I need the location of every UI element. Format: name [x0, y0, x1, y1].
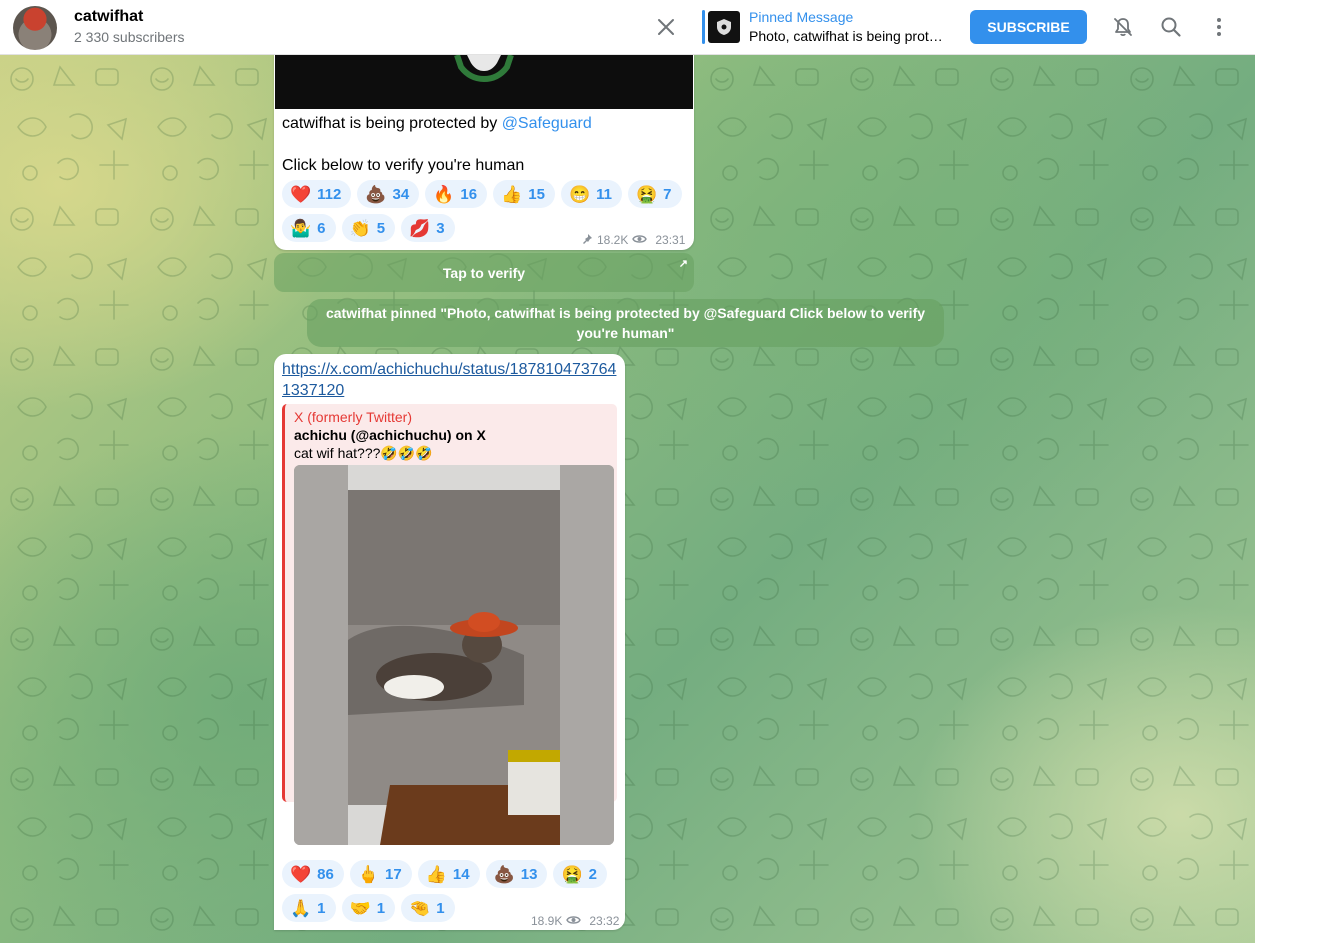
- reaction-emoji: 👍: [425, 864, 447, 884]
- eye-icon: [632, 233, 648, 247]
- reaction-emoji: 🔥: [433, 184, 455, 204]
- message-meta: 18.2K 23:31: [582, 233, 685, 247]
- reaction-count: 1: [436, 899, 445, 917]
- reaction-count: 15: [528, 185, 545, 203]
- external-link-icon: ↗: [678, 258, 688, 270]
- reaction-count: 112: [317, 185, 342, 203]
- reaction-emoji: 💋: [409, 218, 431, 238]
- pinned-service-message[interactable]: catwifhat pinned "Photo, catwifhat is be…: [307, 299, 944, 347]
- reaction-emoji: 👏: [349, 218, 371, 238]
- pinned-thumbnail[interactable]: [708, 11, 740, 43]
- reaction-count: 7: [663, 185, 672, 203]
- reaction-chip[interactable]: 👍 15: [493, 180, 555, 208]
- message-meta: 18.9K 23:32: [531, 914, 619, 928]
- view-count: 18.9K: [531, 914, 563, 928]
- reaction-emoji: 🤏: [409, 898, 431, 918]
- channel-title[interactable]: catwifhat: [74, 8, 143, 26]
- reaction-chip[interactable]: 💋 3: [401, 214, 455, 242]
- more-vertical-icon[interactable]: [1205, 13, 1233, 41]
- message-photo[interactable]: [275, 55, 693, 109]
- reaction-emoji: 💩: [365, 184, 387, 204]
- reaction-emoji: ❤️: [290, 864, 312, 884]
- reaction-emoji: 🤮: [635, 184, 658, 204]
- tap-to-verify-button[interactable]: Tap to verify ↗: [274, 253, 694, 292]
- reaction-emoji: 👍: [501, 184, 523, 204]
- message-bubble-link[interactable]: https://x.com/achichuchu/status/18781047…: [274, 354, 625, 930]
- reaction-emoji: 💩: [493, 864, 515, 884]
- reaction-count: 13: [520, 865, 538, 883]
- reaction-chip[interactable]: 🤏 1: [401, 894, 455, 922]
- service-text: pinned "Photo, catwifhat is being protec…: [386, 305, 926, 341]
- reaction-chip[interactable]: 🤝 1: [341, 894, 396, 922]
- reaction-count: 1: [376, 899, 386, 917]
- reaction-count: 34: [392, 185, 410, 203]
- reaction-chip[interactable]: 🔥 16: [425, 180, 488, 208]
- reaction-chip[interactable]: 👍 14: [417, 860, 480, 888]
- subscriber-count: 2 330 subscribers: [74, 29, 185, 45]
- eye-icon: [566, 914, 582, 928]
- mute-bell-icon[interactable]: [1109, 13, 1137, 41]
- tap-to-verify-label: Tap to verify: [442, 264, 526, 281]
- preview-site-name: X (formerly Twitter): [294, 409, 412, 425]
- reaction-count: 5: [376, 219, 386, 237]
- reaction-count: 86: [317, 865, 334, 883]
- reaction-chip[interactable]: 💩 13: [485, 860, 548, 888]
- reaction-chip[interactable]: 🤷‍♂️ 6: [282, 214, 336, 242]
- message-link[interactable]: https://x.com/achichuchu/status/18781047…: [282, 359, 622, 401]
- reaction-chip[interactable]: ❤️ 112: [282, 180, 352, 208]
- avatar[interactable]: [13, 6, 57, 50]
- message-time: 23:31: [655, 233, 686, 247]
- subscribe-button[interactable]: SUBSCRIBE: [970, 10, 1087, 44]
- reaction-chip[interactable]: 🙏 1: [282, 894, 336, 922]
- chat-header: catwifhat 2 330 subscribers Pinned Messa…: [0, 0, 1255, 55]
- reaction-chip[interactable]: 👏 5: [341, 214, 396, 242]
- message-time: 23:32: [589, 914, 620, 928]
- preview-title: achichu (@achichuchu) on X: [294, 427, 486, 443]
- reaction-count: 2: [588, 865, 597, 883]
- reactions-list: ❤️ 86 🖕 17 👍 14 💩 13 🤮 2 🙏 1 🤝 1 🤏 1: [282, 860, 622, 922]
- service-actor: catwifhat: [325, 305, 387, 321]
- reaction-chip[interactable]: 😁 11: [560, 180, 622, 208]
- search-icon[interactable]: [1157, 13, 1185, 41]
- reaction-emoji: 🙏: [290, 898, 312, 918]
- preview-image[interactable]: [294, 465, 614, 845]
- reaction-count: 16: [460, 185, 478, 203]
- reaction-emoji: 🤷‍♂️: [290, 218, 312, 238]
- safeguard-mention[interactable]: @Safeguard: [502, 115, 592, 132]
- reaction-count: 17: [385, 865, 402, 883]
- shield-logo-icon: [454, 55, 514, 83]
- close-icon[interactable]: [652, 13, 680, 41]
- telegram-app: catwifhat 2 330 subscribers Pinned Messa…: [0, 0, 1255, 943]
- message-bubble-verify[interactable]: catwifhat is being protected by @Safegua…: [274, 55, 694, 250]
- message-text-line2: Click below to verify you're human: [282, 157, 525, 174]
- pinned-indicator: [702, 10, 705, 44]
- reaction-count: 11: [596, 185, 612, 203]
- reaction-count: 6: [317, 219, 326, 237]
- pin-icon: [582, 233, 593, 247]
- reaction-emoji: 🤝: [349, 898, 371, 918]
- preview-description: cat wif hat???🤣🤣🤣: [294, 445, 433, 461]
- reaction-emoji: 🖕: [357, 864, 380, 884]
- view-count: 18.2K: [597, 233, 629, 247]
- reaction-chip[interactable]: ❤️ 86: [282, 860, 344, 888]
- reaction-emoji: 😁: [568, 184, 591, 204]
- reaction-count: 3: [436, 219, 445, 237]
- link-preview[interactable]: X (formerly Twitter) achichu (@achichuch…: [282, 404, 617, 845]
- reaction-chip[interactable]: 🤮 2: [553, 860, 607, 888]
- reaction-chip[interactable]: 💩 34: [357, 180, 420, 208]
- message-text: catwifhat is being protected by: [282, 115, 502, 132]
- pinned-text[interactable]: Photo, catwifhat is being protected by @…: [749, 28, 949, 44]
- reaction-count: 1: [317, 899, 326, 917]
- reaction-chip[interactable]: 🖕 17: [349, 860, 412, 888]
- message-text-line1: catwifhat is being protected by @Safegua…: [282, 113, 592, 134]
- reaction-emoji: 🤮: [561, 864, 583, 884]
- pinned-label[interactable]: Pinned Message: [749, 9, 853, 25]
- reaction-emoji: ❤️: [290, 184, 312, 204]
- reaction-chip[interactable]: 🤮 7: [627, 180, 682, 208]
- reaction-count: 14: [452, 865, 470, 883]
